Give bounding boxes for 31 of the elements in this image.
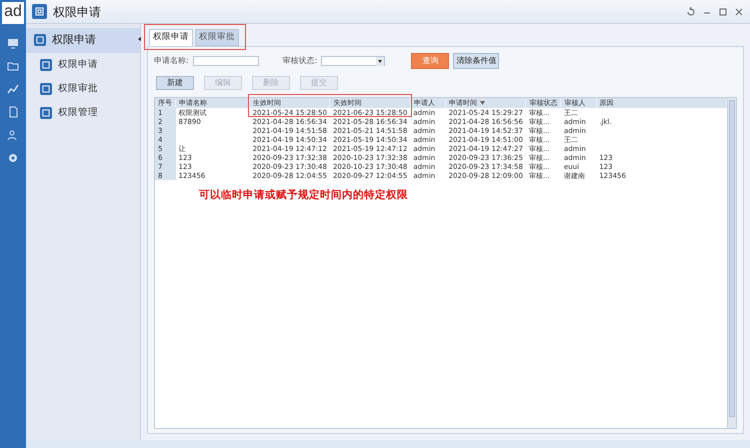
caret-icon: [376, 56, 384, 66]
sidebar-item[interactable]: 权限审批: [26, 76, 140, 101]
restore-icon[interactable]: [686, 6, 696, 16]
sidebar-item[interactable]: 权限管理: [26, 101, 140, 126]
chart-icon[interactable]: [7, 83, 19, 95]
document-icon[interactable]: [7, 106, 19, 118]
tab[interactable]: 权限审批: [195, 29, 239, 46]
close-icon[interactable]: [734, 6, 744, 16]
clear-button[interactable]: 清除条件值: [453, 52, 500, 69]
settings-icon[interactable]: [7, 152, 19, 164]
name-label: 申请名称:: [154, 54, 189, 67]
menu-item-icon: [34, 34, 46, 46]
toolbar-button[interactable]: 新建: [156, 76, 194, 90]
scrollbar[interactable]: [727, 98, 736, 428]
menu-item-icon: [40, 82, 52, 95]
sidebar-item[interactable]: 权限申请: [26, 52, 140, 77]
tab[interactable]: 权限申请: [149, 29, 193, 46]
sidebar-group[interactable]: 权限申请: [26, 28, 140, 52]
annotation-text: 可以临时申请或赋予规定时间内的特定权限: [199, 188, 409, 204]
maximize-icon[interactable]: [718, 6, 728, 16]
menu-item-icon: [40, 107, 52, 120]
folder-icon[interactable]: [7, 60, 19, 72]
window-title: 权限申请: [53, 4, 101, 20]
sort-icon[interactable]: [480, 98, 486, 107]
app-icon: [32, 4, 47, 19]
logo: ad: [2, 2, 24, 24]
monitor-icon[interactable]: [7, 37, 19, 49]
name-field[interactable]: [192, 56, 259, 66]
status-label: 审核状态:: [282, 54, 318, 67]
menu-item-icon: [40, 58, 52, 71]
people-icon[interactable]: [7, 129, 19, 141]
